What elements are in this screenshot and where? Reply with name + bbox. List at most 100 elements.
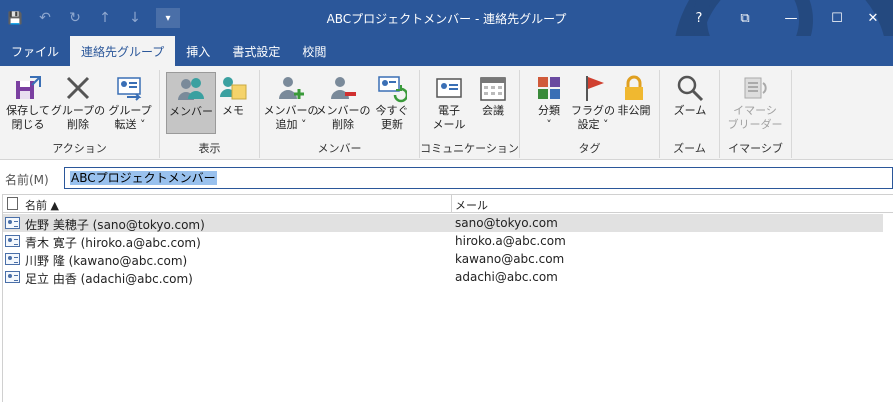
- group-immersive: イマーシ ブリーダー イマーシブ: [720, 70, 792, 158]
- save-close-icon: [12, 72, 44, 104]
- save-close-label-2: 閉じる: [11, 118, 45, 131]
- notes-view-button[interactable]: メモ: [208, 72, 258, 118]
- group-show: メンバー メモ 表示: [160, 70, 260, 158]
- remove-member-label-1: メンバーの: [315, 104, 371, 117]
- delete-group-button[interactable]: グループの 削除: [50, 72, 106, 132]
- delete-group-label-1: グループの: [50, 104, 106, 117]
- update-now-button[interactable]: 今すぐ 更新: [367, 72, 417, 132]
- member-mail: kawano@abc.com: [455, 252, 565, 266]
- forward-group-icon: [114, 72, 146, 104]
- group-communication-label: コミュニケーション: [420, 142, 519, 155]
- column-header-name[interactable]: 名前 ▲: [25, 197, 59, 213]
- lock-icon: [618, 72, 650, 104]
- ribbon-tabs: ファイル 連絡先グループ 挿入 書式設定 校閲: [0, 36, 893, 66]
- categorize-label-1: 分類: [538, 104, 560, 117]
- follow-up-label-2: 設定 ˅: [577, 118, 609, 131]
- private-button[interactable]: 非公開: [609, 72, 659, 118]
- member-mail: hiroko.a@abc.com: [455, 234, 566, 248]
- categorize-icon: [533, 72, 565, 104]
- save-close-label-1: 保存して: [6, 104, 50, 117]
- save-close-button[interactable]: 保存して 閉じる: [3, 72, 53, 132]
- member-name: 佐野 美穂子 (sano@tokyo.com): [25, 218, 205, 232]
- member-name: 足立 由香 (adachi@abc.com): [25, 272, 193, 286]
- add-members-button[interactable]: メンバーの 追加 ˅: [264, 72, 319, 132]
- group-tags-label: タグ: [578, 142, 601, 155]
- list-item[interactable]: 川野 隆 (kawano@abc.com) kawano@abc.com: [3, 250, 883, 268]
- forward-group-label-2: 転送 ˅: [114, 118, 146, 131]
- tab-format-text[interactable]: 書式設定: [221, 36, 291, 66]
- group-zoom: ズーム ズーム: [660, 70, 720, 158]
- tab-insert[interactable]: 挿入: [175, 36, 221, 66]
- notes-view-label: メモ: [222, 104, 244, 117]
- help-button[interactable]: ?: [676, 0, 722, 36]
- remove-member-button[interactable]: メンバーの 削除: [315, 72, 371, 132]
- meeting-label: 会議: [482, 104, 504, 117]
- immersive-reader-button[interactable]: イマーシ ブリーダー: [727, 72, 783, 132]
- forward-group-button[interactable]: グループ 転送 ˅: [105, 72, 155, 132]
- group-zoom-label: ズーム: [673, 142, 706, 155]
- meeting-calendar-icon: [477, 72, 509, 104]
- group-members-label: メンバー: [317, 142, 362, 155]
- tab-contact-group[interactable]: 連絡先グループ: [70, 36, 176, 66]
- list-item[interactable]: 青木 寛子 (hiroko.a@abc.com) hiroko.a@abc.co…: [3, 232, 883, 250]
- tab-file[interactable]: ファイル: [0, 36, 70, 66]
- private-label: 非公開: [617, 104, 651, 117]
- group-name-value: ABCプロジェクトメンバー: [70, 171, 217, 185]
- ribbon: 保存して 閉じる グループの 削除 グループ 転送 ˅ アクション メンバー メ…: [0, 66, 893, 160]
- contact-card-icon: [5, 217, 20, 229]
- title-bar: 💾 ↶ ↻ ↑ ↓ ▾ ABCプロジェクトメンバー - 連絡先グループ ? ⧉ …: [0, 0, 893, 36]
- members-view-label: メンバー: [169, 105, 213, 118]
- categorize-button[interactable]: 分類 ˅: [524, 72, 574, 132]
- categorize-label-2: ˅: [546, 118, 552, 131]
- group-members: メンバーの 追加 ˅ メンバーの 削除 今すぐ 更新 メンバー: [260, 70, 420, 158]
- list-item[interactable]: 佐野 美穂子 (sano@tokyo.com) sano@tokyo.com: [3, 214, 883, 232]
- immersive-reader-label-2: ブリーダー: [727, 118, 783, 131]
- list-item[interactable]: 足立 由香 (adachi@abc.com) adachi@abc.com: [3, 268, 883, 286]
- name-row: 名前(M) ABCプロジェクトメンバー: [0, 166, 893, 190]
- group-tags: 分類 ˅ フラグの 設定 ˅ 非公開 タグ: [520, 70, 660, 158]
- update-now-icon: [376, 72, 408, 104]
- group-actions-label: アクション: [52, 142, 107, 155]
- close-button[interactable]: ✕: [850, 0, 893, 36]
- meeting-button[interactable]: 会議: [468, 72, 518, 118]
- group-immersive-label: イマーシブ: [728, 142, 783, 155]
- email-label-1: 電子: [438, 104, 460, 117]
- member-list: 名前 ▲ メール 佐野 美穂子 (sano@tokyo.com) sano@to…: [2, 194, 893, 402]
- group-name-input[interactable]: ABCプロジェクトメンバー: [64, 167, 893, 189]
- contact-card-icon: [5, 235, 20, 247]
- column-header-mail[interactable]: メール: [455, 197, 488, 213]
- ribbon-display-options-button[interactable]: ⧉: [722, 0, 768, 36]
- add-members-label-2: 追加 ˅: [275, 118, 307, 131]
- update-now-label-2: 更新: [381, 118, 403, 131]
- column-divider[interactable]: [451, 195, 452, 213]
- group-communication: 電子 メール 会議 コミュニケーション: [420, 70, 520, 158]
- member-name: 青木 寛子 (hiroko.a@abc.com): [25, 236, 201, 250]
- email-button[interactable]: 電子 メール: [424, 72, 474, 132]
- minimize-button[interactable]: —: [768, 0, 814, 36]
- remove-member-icon: [327, 72, 359, 104]
- email-icon: [433, 72, 465, 104]
- remove-member-label-2: 削除: [332, 118, 354, 131]
- zoom-button[interactable]: ズーム: [665, 72, 715, 118]
- members-icon: [175, 73, 207, 105]
- group-actions: 保存して 閉じる グループの 削除 グループ 転送 ˅ アクション: [0, 70, 160, 158]
- zoom-label: ズーム: [673, 104, 707, 117]
- member-mail: adachi@abc.com: [455, 270, 558, 284]
- add-member-icon: [275, 72, 307, 104]
- item-type-column-icon[interactable]: [7, 197, 18, 210]
- member-name: 川野 隆 (kawano@abc.com): [25, 254, 188, 268]
- delete-group-label-2: 削除: [67, 118, 89, 131]
- member-mail: sano@tokyo.com: [455, 216, 558, 230]
- immersive-reader-icon: [739, 72, 771, 104]
- magnifier-icon: [674, 72, 706, 104]
- email-label-2: メール: [432, 118, 466, 131]
- contact-card-icon: [5, 271, 20, 283]
- notes-icon: [217, 72, 249, 104]
- name-field-label: 名前(M): [5, 173, 49, 187]
- group-show-label: 表示: [198, 142, 221, 155]
- update-now-label-1: 今すぐ: [375, 104, 409, 117]
- flag-icon: [577, 72, 609, 104]
- tab-review[interactable]: 校閲: [291, 36, 337, 66]
- list-header: 名前 ▲ メール: [3, 195, 893, 213]
- immersive-reader-label-1: イマーシ: [733, 104, 777, 117]
